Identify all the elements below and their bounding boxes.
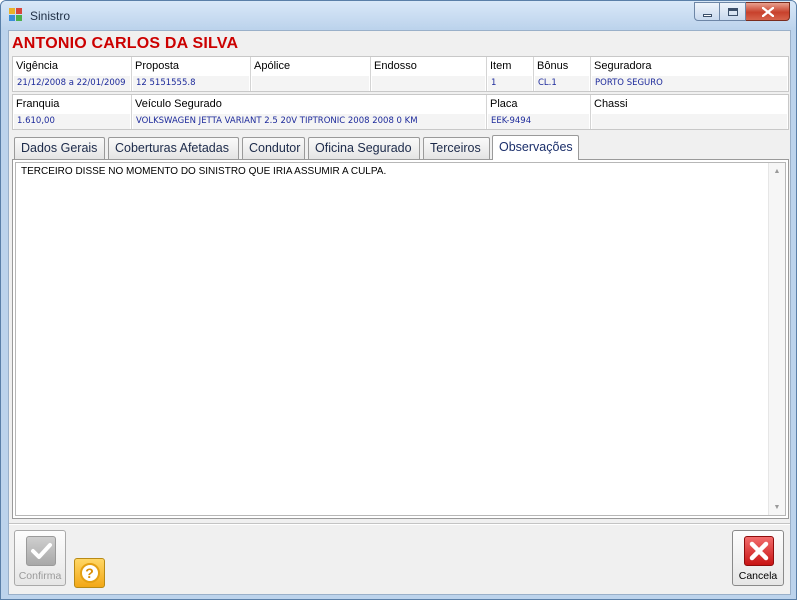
window-title: Sinistro: [30, 9, 71, 23]
window-controls: [694, 2, 790, 21]
footer-divider-highlight: [9, 524, 790, 525]
tab-terceiros[interactable]: Terceiros: [423, 137, 490, 159]
policy-info-row-1: Vigência 21/12/2008 a 22/01/2009 Propost…: [12, 56, 789, 92]
confirm-label: Confirma: [18, 570, 62, 582]
field-chassi: Chassi: [591, 95, 788, 129]
field-value: 12 5151555.8: [133, 76, 249, 91]
sinistro-window: Sinistro ANTONIO CARLOS DA SILVA Vigênci…: [0, 0, 797, 600]
scroll-down-icon[interactable]: ▼: [769, 499, 785, 515]
window-client-area: ANTONIO CARLOS DA SILVA Vigência 21/12/2…: [8, 30, 791, 595]
tab-coberturas-afetadas[interactable]: Coberturas Afetadas: [108, 137, 239, 159]
close-button[interactable]: [746, 2, 790, 21]
observations-textarea[interactable]: TERCEIRO DISSE NO MOMENTO DO SINISTRO QU…: [15, 162, 786, 516]
observations-text[interactable]: TERCEIRO DISSE NO MOMENTO DO SINISTRO QU…: [21, 166, 386, 177]
field-label: Endosso: [374, 60, 417, 72]
confirm-button[interactable]: Confirma: [14, 530, 66, 586]
field-label: Item: [490, 60, 512, 72]
cancel-x-icon: [744, 536, 774, 566]
cancel-button[interactable]: Cancela: [732, 530, 784, 586]
help-button[interactable]: ?: [74, 558, 105, 588]
minimize-button[interactable]: [694, 2, 720, 21]
help-icon: ?: [79, 563, 100, 583]
observations-scrollbar[interactable]: ▲ ▼: [768, 163, 785, 515]
field-seguradora: Seguradora PORTO SEGURO: [591, 57, 788, 91]
tab-observacoes[interactable]: Observações: [492, 135, 579, 160]
cancel-label: Cancela: [738, 570, 778, 582]
field-label: Bônus: [537, 60, 569, 72]
field-label: Placa: [490, 98, 518, 110]
field-label: Proposta: [135, 60, 180, 72]
field-value: PORTO SEGURO: [592, 76, 787, 91]
tab-condutor[interactable]: Condutor: [242, 137, 305, 159]
field-franquia: Franquia 1.610,00: [13, 95, 132, 129]
app-icon: [9, 8, 23, 22]
field-value: [592, 114, 787, 129]
minimize-icon: [702, 13, 712, 17]
tab-dados-gerais[interactable]: Dados Gerais: [14, 137, 105, 159]
observacoes-panel: TERCEIRO DISSE NO MOMENTO DO SINISTRO QU…: [12, 159, 789, 519]
field-bonus: Bônus CL.1: [534, 57, 591, 91]
field-label: Apólice: [254, 60, 291, 72]
title-bar[interactable]: Sinistro: [1, 1, 796, 29]
field-endosso: Endosso: [371, 57, 487, 91]
field-value: 21/12/2008 a 22/01/2009: [14, 76, 130, 91]
field-label: Franquia: [16, 98, 60, 110]
field-value: 1.610,00: [14, 114, 130, 129]
field-item: Item 1: [487, 57, 534, 91]
field-apolice: Apólice: [251, 57, 371, 91]
field-placa: Placa EEK-9494: [487, 95, 591, 129]
field-veiculo-segurado: Veículo Segurado VOLKSWAGEN JETTA VARIAN…: [132, 95, 487, 129]
field-value: [372, 76, 485, 91]
tab-oficina-segurado[interactable]: Oficina Segurado: [308, 137, 420, 159]
field-label: Veículo Segurado: [135, 98, 222, 110]
field-value: [252, 76, 369, 91]
scroll-up-icon[interactable]: ▲: [769, 163, 785, 179]
maximize-button[interactable]: [720, 2, 746, 21]
field-label: Chassi: [594, 98, 628, 110]
field-vigencia: Vigência 21/12/2008 a 22/01/2009: [13, 57, 132, 91]
customer-name: ANTONIO CARLOS DA SILVA: [12, 35, 239, 52]
tab-strip: Dados Gerais Coberturas Afetadas Conduto…: [12, 135, 789, 160]
checkmark-icon: [26, 536, 56, 566]
field-proposta: Proposta 12 5151555.8: [132, 57, 251, 91]
field-label: Vigência: [16, 60, 58, 72]
policy-info-row-2: Franquia 1.610,00 Veículo Segurado VOLKS…: [12, 94, 789, 130]
field-value: CL.1: [535, 76, 589, 91]
field-value: VOLKSWAGEN JETTA VARIANT 2.5 20V TIPTRON…: [133, 114, 485, 129]
maximize-icon: [727, 7, 738, 16]
close-icon: [761, 6, 774, 17]
field-label: Seguradora: [594, 60, 652, 72]
field-value: EEK-9494: [488, 114, 589, 129]
field-value: 1: [488, 76, 532, 91]
